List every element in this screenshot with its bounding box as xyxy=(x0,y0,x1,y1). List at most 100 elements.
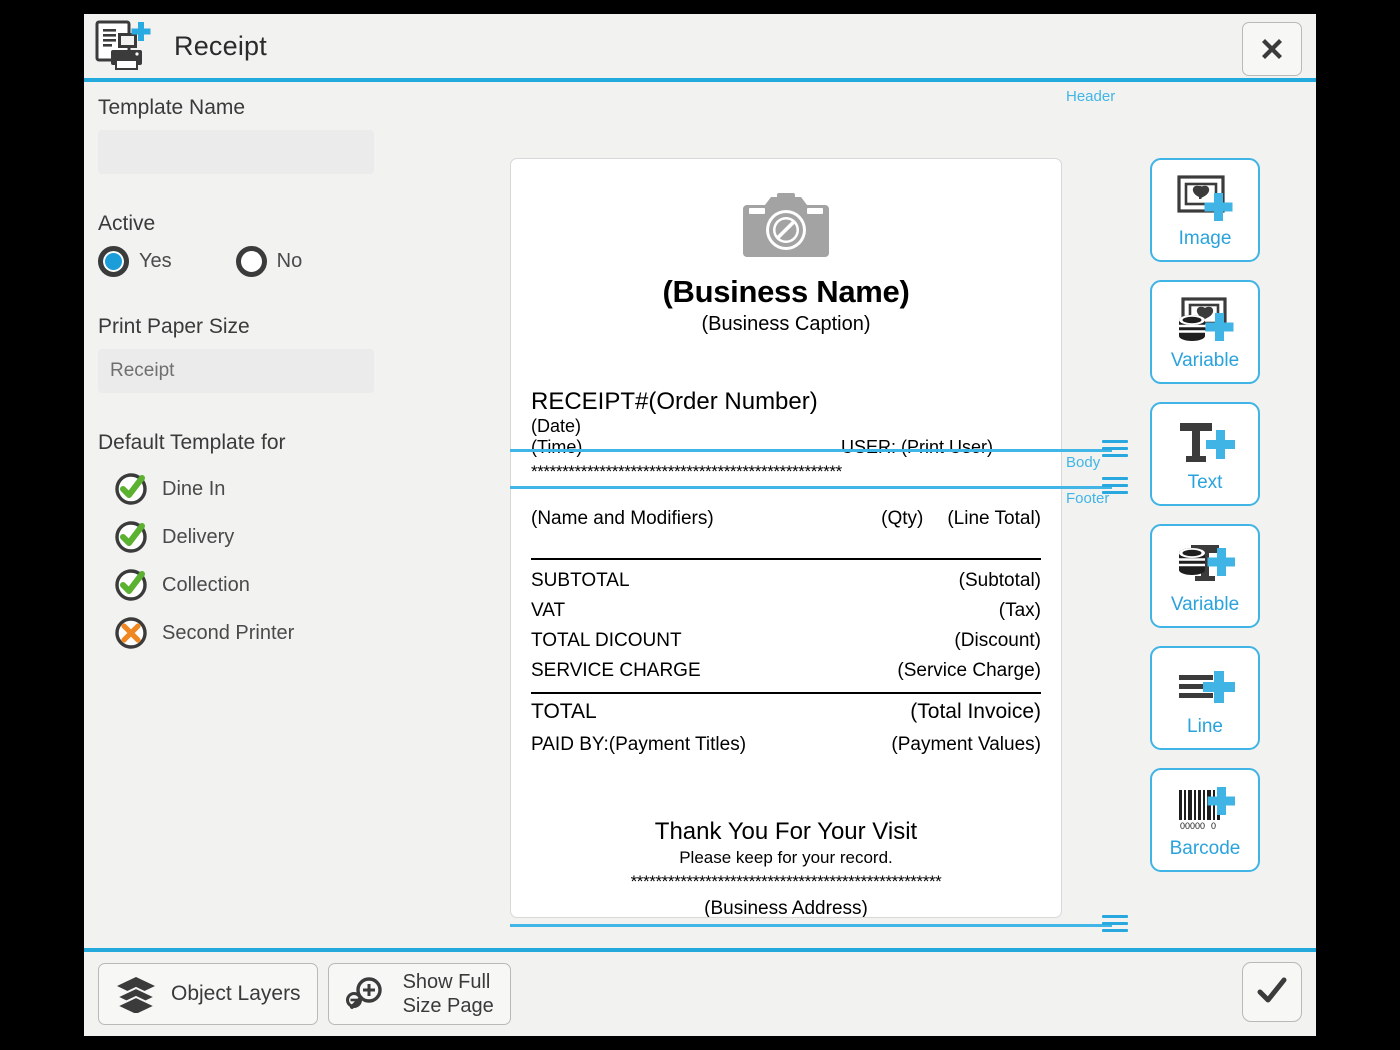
print-user-value: USER: (Print User) xyxy=(841,437,1041,458)
line-item-qty: (Qty) xyxy=(881,508,947,530)
totals-label: SUBTOTAL xyxy=(531,566,630,596)
receipt-header-block: RECEIPT#(Order Number) (Date) (Time) USE… xyxy=(511,388,1061,482)
svg-text:00000: 00000 xyxy=(1180,821,1205,831)
active-radio-group: Yes No xyxy=(98,246,426,277)
barcode-add-icon: 00000 0 xyxy=(1175,781,1235,837)
confirm-button[interactable] xyxy=(1242,962,1302,1022)
default-item-label: Delivery xyxy=(162,526,234,549)
receipt-label: RECEIPT# xyxy=(531,388,648,415)
active-radio-no-label: No xyxy=(277,250,303,273)
add-text-label: Text xyxy=(1188,473,1223,493)
add-image-variable-button[interactable]: Variable xyxy=(1150,280,1260,384)
default-item-dine-in[interactable]: Dine In xyxy=(98,465,426,513)
add-text-variable-label: Variable xyxy=(1171,595,1239,615)
default-template-for-label: Default Template for xyxy=(98,431,426,455)
dialog-body: Template Name Active Yes No Print Paper … xyxy=(84,82,1316,948)
totals-row[interactable]: VAT (Tax) xyxy=(531,596,1041,626)
active-radio-yes-label: Yes xyxy=(139,250,172,273)
totals-row[interactable]: TOTAL DICOUNT (Discount) xyxy=(531,626,1041,656)
image-add-icon xyxy=(1175,171,1235,227)
add-text-button[interactable]: Text xyxy=(1150,402,1260,506)
business-name[interactable]: (Business Name) xyxy=(511,274,1061,310)
totals-divider xyxy=(531,558,1041,560)
business-logo-placeholder[interactable] xyxy=(511,159,1061,268)
template-name-input[interactable] xyxy=(98,130,374,174)
paper-size-select[interactable]: Receipt xyxy=(98,349,374,393)
image-variable-add-icon xyxy=(1175,293,1235,349)
add-barcode-label: Barcode xyxy=(1170,839,1241,859)
add-image-button[interactable]: Image xyxy=(1150,158,1260,262)
totals-label: VAT xyxy=(531,596,565,626)
default-item-delivery[interactable]: Delivery xyxy=(98,513,426,561)
totals-value: (Discount) xyxy=(954,626,1041,656)
receipt-preview-area: (Business Name) (Business Caption) RECEI… xyxy=(426,82,1066,948)
grand-total-row[interactable]: TOTAL (Total Invoice) xyxy=(531,696,1041,728)
band-divider-footer-bottom[interactable] xyxy=(510,924,1112,927)
paid-by-value: (Payment Values) xyxy=(891,734,1041,756)
footer-separator[interactable]: ****************************************… xyxy=(511,872,1061,892)
receipt-number-line[interactable]: RECEIPT#(Order Number) xyxy=(531,388,1041,416)
date-row[interactable]: (Date) xyxy=(531,416,1041,437)
receipt-paper[interactable]: (Business Name) (Business Caption) RECEI… xyxy=(510,158,1062,918)
add-line-button[interactable]: Line xyxy=(1150,646,1260,750)
template-name-label: Template Name xyxy=(98,96,426,120)
line-item-name: (Name and Modifiers) xyxy=(531,508,714,530)
element-toolbar: Image xyxy=(1066,82,1310,948)
add-barcode-button[interactable]: 00000 0 Barcode xyxy=(1150,768,1260,872)
bottom-toolbar: Object Layers Show Full Size Page xyxy=(84,948,1316,1036)
text-variable-add-icon xyxy=(1175,537,1235,593)
band-divider-body-top[interactable] xyxy=(510,449,1112,452)
camera-no-image-icon xyxy=(741,189,831,263)
magnifier-zoom-icon xyxy=(345,974,389,1014)
check-circle-icon xyxy=(114,472,148,506)
band-divider-footer-top[interactable] xyxy=(510,486,1112,489)
order-number: (Order Number) xyxy=(648,388,817,415)
document-printer-add-icon xyxy=(94,20,156,72)
object-layers-label: Object Layers xyxy=(171,982,301,1006)
header-separator[interactable]: ****************************************… xyxy=(531,462,1041,482)
paper-size-label: Print Paper Size xyxy=(98,315,426,339)
check-icon xyxy=(1255,975,1289,1009)
grand-total-value: (Total Invoice) xyxy=(910,696,1041,728)
time-user-row[interactable]: (Time) USER: (Print User) xyxy=(531,437,1041,458)
thank-you-text[interactable]: Thank You For Your Visit xyxy=(511,818,1061,846)
line-item-row[interactable]: (Name and Modifiers) (Qty) (Line Total) xyxy=(511,508,1061,530)
show-full-size-page-label: Show Full Size Page xyxy=(403,970,494,1018)
close-button[interactable] xyxy=(1242,22,1302,76)
business-address[interactable]: (Business Address) xyxy=(511,898,1061,918)
active-label: Active xyxy=(98,212,426,236)
grand-total-label: TOTAL xyxy=(531,696,597,728)
close-icon xyxy=(1257,34,1287,64)
active-radio-no[interactable] xyxy=(236,246,267,277)
line-item-total: (Line Total) xyxy=(947,508,1041,530)
check-circle-icon xyxy=(114,568,148,602)
totals-label: TOTAL DICOUNT xyxy=(531,626,682,656)
time-value: (Time) xyxy=(531,437,582,458)
totals-row[interactable]: SERVICE CHARGE (Service Charge) xyxy=(531,656,1041,686)
title-bar: Receipt xyxy=(84,14,1316,82)
totals-value: (Service Charge) xyxy=(897,656,1041,686)
object-layers-button[interactable]: Object Layers xyxy=(98,963,318,1025)
active-radio-yes[interactable] xyxy=(98,246,129,277)
default-item-collection[interactable]: Collection xyxy=(98,561,426,609)
totals-row[interactable]: SUBTOTAL (Subtotal) xyxy=(531,566,1041,596)
add-image-variable-label: Variable xyxy=(1171,351,1239,371)
text-add-icon xyxy=(1175,415,1235,471)
show-full-size-page-button[interactable]: Show Full Size Page xyxy=(328,963,511,1025)
totals-value: (Subtotal) xyxy=(959,566,1041,596)
svg-text:0: 0 xyxy=(1211,821,1216,831)
default-item-second-printer[interactable]: Second Printer xyxy=(98,609,426,657)
keep-record-text[interactable]: Please keep for your record. xyxy=(511,848,1061,868)
default-template-list: Dine In Delivery Collection xyxy=(98,465,426,657)
add-image-label: Image xyxy=(1179,229,1232,249)
receipt-template-dialog: Receipt Template Name Active Yes No Prin… xyxy=(84,14,1316,1036)
cross-circle-icon xyxy=(114,616,148,650)
paid-by-row[interactable]: PAID BY:(Payment Titles) (Payment Values… xyxy=(531,734,1041,756)
layers-icon xyxy=(115,975,157,1013)
paper-size-value: Receipt xyxy=(110,360,174,382)
business-caption[interactable]: (Business Caption) xyxy=(511,313,1061,336)
add-text-variable-button[interactable]: Variable xyxy=(1150,524,1260,628)
default-item-label: Dine In xyxy=(162,478,225,501)
line-add-icon xyxy=(1175,659,1235,715)
default-item-label: Second Printer xyxy=(162,622,294,645)
